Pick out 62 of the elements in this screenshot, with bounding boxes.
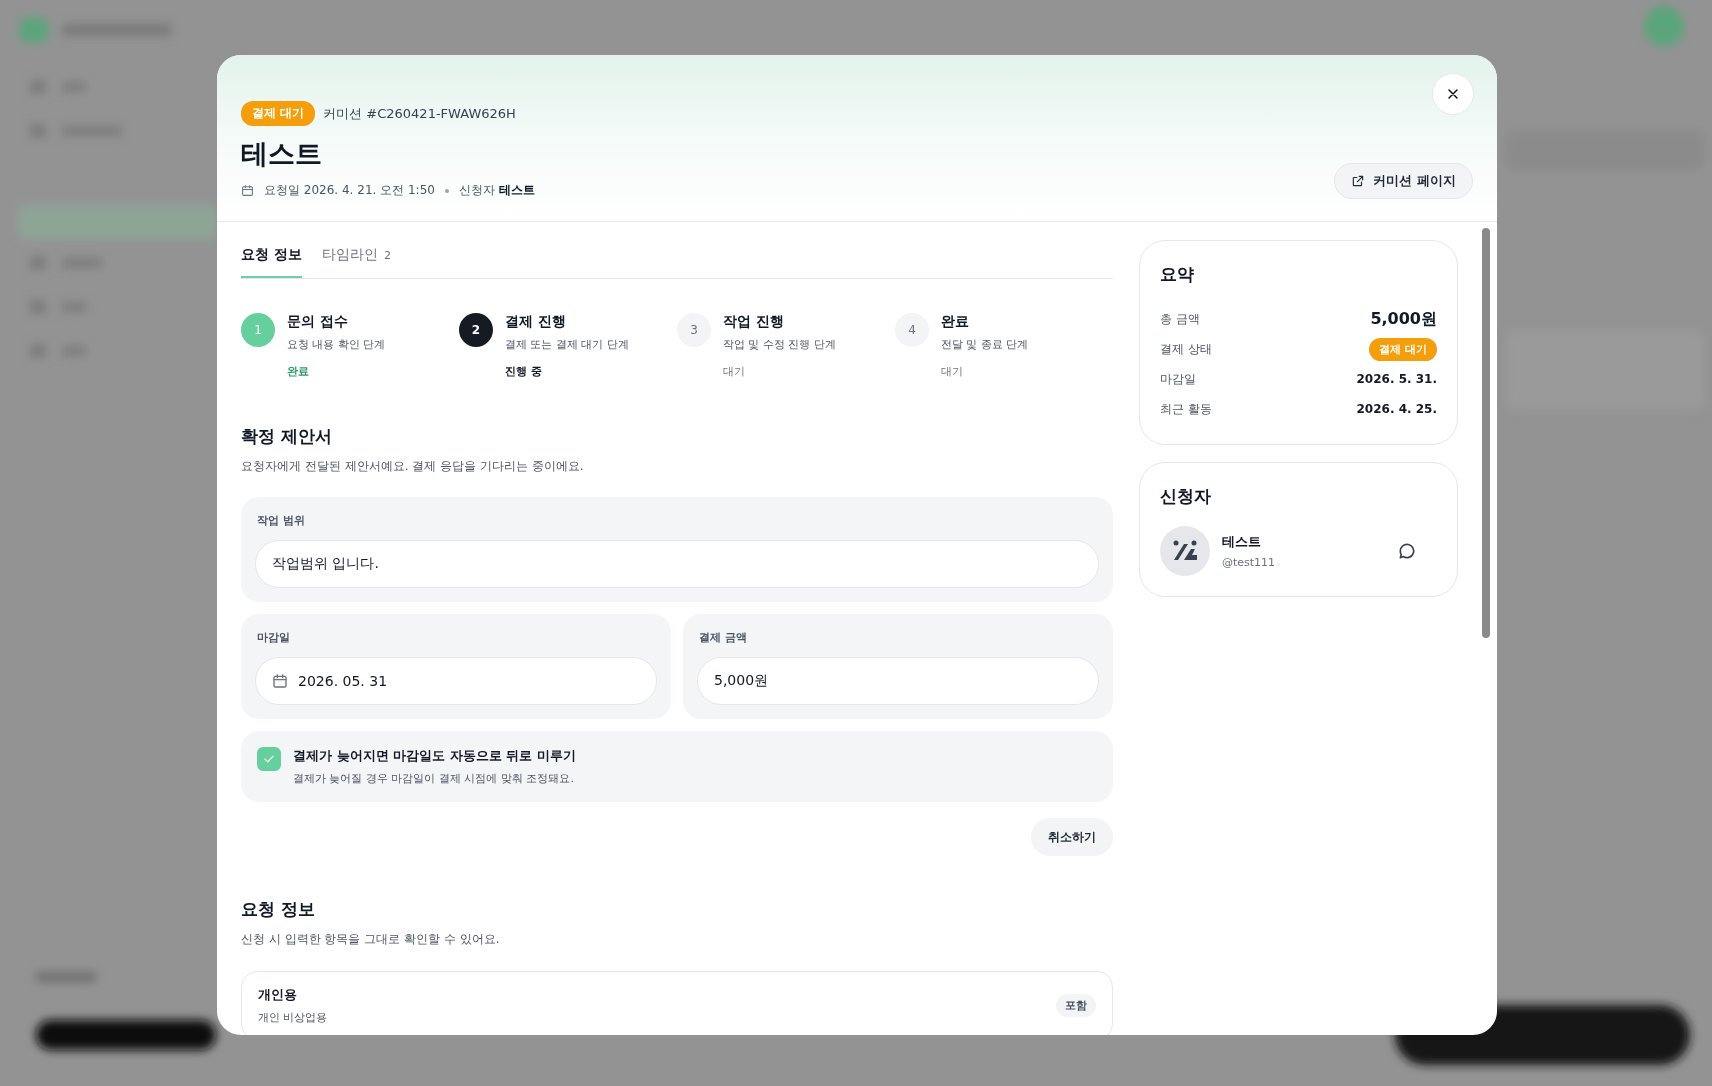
section-description: 요청자에게 전달된 제안서예요. 결제 응답을 기다리는 중이에요. [241, 458, 585, 475]
avatar-icon [1160, 526, 1210, 576]
card-title: 신청자 [1160, 485, 1212, 508]
applicant-name: 테스트 [1222, 533, 1262, 551]
summary-value: 2026. 4. 25. [1356, 402, 1437, 416]
checkbox[interactable] [257, 747, 281, 771]
step-status: 진행 중 [505, 364, 543, 379]
summary-label: 결제 상태 [1160, 340, 1212, 358]
modal-title: 테스트 [241, 137, 323, 171]
item-title: 개인용 [258, 986, 298, 1004]
input-field[interactable]: 2026. 05. 31 [255, 657, 657, 705]
section-title: 요청 정보 [241, 898, 316, 921]
calendar-icon [241, 184, 254, 197]
applicant-handle: @test111 [1222, 556, 1277, 569]
item-description: 개인 비상업용 [258, 1010, 328, 1025]
step-status: 완료 [287, 364, 310, 379]
checkbox-hint: 결제가 늦어질 경우 마감일이 결제 시점에 맞춰 조정돼요. [293, 771, 575, 786]
item-tag: 포함 [1056, 994, 1096, 1017]
summary-label: 마감일 [1160, 370, 1196, 388]
step-number: 3 [677, 313, 711, 347]
step-title: 문의 접수 [287, 313, 349, 331]
tab[interactable]: 요청 정보 [241, 236, 302, 278]
step-title: 작업 진행 [723, 313, 785, 331]
field-label: 마감일 [256, 630, 291, 645]
applicant-text: 신청자 테스트 [458, 182, 535, 199]
field-label: 결제 금액 [698, 630, 748, 645]
step-description: 요청 내용 확인 단계 [287, 337, 386, 352]
calendar-icon [272, 673, 288, 689]
field-label: 작업 범위 [256, 513, 306, 528]
checkbox-label: 결제가 늦어지면 마감일도 자동으로 뒤로 미루기 [293, 747, 576, 765]
step-description: 전달 및 종료 단계 [941, 337, 1029, 352]
step-title: 결제 진행 [505, 313, 567, 331]
external-link-icon [1351, 174, 1366, 188]
request-date: 요청일 2026. 4. 21. 오전 1:50 [264, 182, 435, 199]
step-number: 4 [895, 313, 929, 347]
card-title: 요약 [1160, 263, 1195, 286]
step-title: 완료 [941, 313, 970, 331]
cancel-button[interactable]: 취소하기 [1031, 818, 1113, 856]
step-description: 결제 또는 결제 대기 단계 [505, 337, 629, 352]
summary-label: 총 금액 [1160, 310, 1200, 328]
separator-dot [444, 188, 449, 193]
status-badge: 결제 대기 [241, 101, 316, 126]
summary-label: 최근 활동 [1160, 400, 1212, 418]
section-description: 신청 시 입력한 항목을 그대로 확인할 수 있어요. [241, 931, 501, 948]
step-status: 대기 [941, 364, 964, 379]
chat-bubble-icon[interactable] [1397, 541, 1417, 561]
input-field[interactable]: 작업범위 입니다. [255, 540, 1099, 588]
step-number: 1 [241, 313, 275, 347]
tab[interactable]: 타임라인 2 [321, 236, 391, 278]
status-badge: 결제 대기 [1369, 337, 1437, 361]
commission-page-button[interactable]: 커미션 페이지 [1334, 163, 1473, 199]
input-field[interactable]: 5,000원 [697, 657, 1099, 705]
scrollbar-thumb[interactable] [1481, 228, 1490, 638]
section-title: 확정 제안서 [241, 425, 333, 448]
commission-id: 커미션 #C260421-FWAW626H [323, 104, 516, 123]
step-description: 작업 및 수정 진행 단계 [723, 337, 836, 352]
summary-value: 2026. 5. 31. [1356, 372, 1437, 386]
tab-count: 2 [383, 249, 391, 262]
step-number: 2 [459, 313, 493, 347]
summary-value: 5,000원 [1370, 308, 1437, 330]
step-status: 대기 [723, 364, 746, 379]
close-button[interactable] [1432, 73, 1474, 115]
